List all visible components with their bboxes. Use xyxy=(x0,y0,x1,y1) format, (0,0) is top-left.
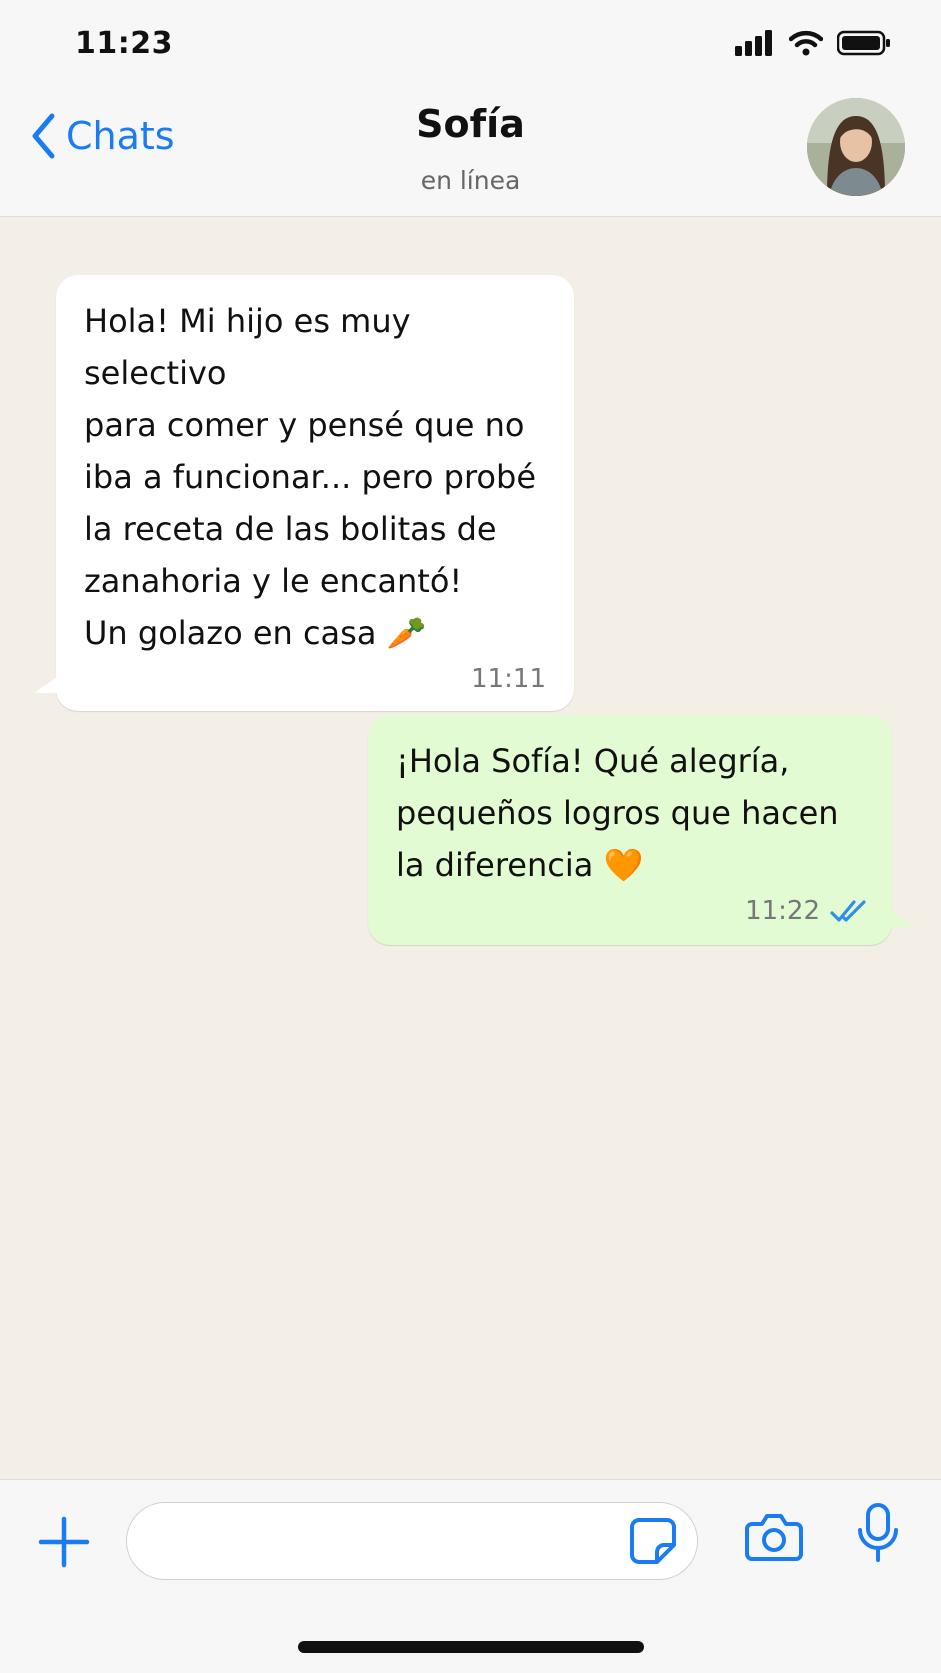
bubble-tail xyxy=(888,909,914,927)
camera-icon xyxy=(745,1514,803,1561)
contact-status: en línea xyxy=(420,166,521,195)
status-time: 11:23 xyxy=(75,26,173,61)
signal-icon xyxy=(735,30,772,56)
message-field[interactable] xyxy=(126,1502,698,1581)
message-time: 11:11 xyxy=(471,664,546,694)
contact-name[interactable]: Sofía xyxy=(0,102,941,146)
sticker-button[interactable] xyxy=(629,1517,677,1569)
home-indicator[interactable] xyxy=(298,1641,644,1653)
message-time: 11:22 xyxy=(745,896,820,926)
message-outgoing[interactable]: ¡Hola Sofía! Qué alegría, pequeños logro… xyxy=(368,715,914,945)
message-input[interactable] xyxy=(151,1503,625,1581)
camera-button[interactable] xyxy=(744,1510,804,1566)
avatar-photo xyxy=(807,98,905,196)
plus-icon xyxy=(38,1516,90,1568)
attach-button[interactable] xyxy=(38,1516,90,1572)
bubble-tail xyxy=(34,675,60,693)
chat-header: Chats Sofía en línea xyxy=(0,88,941,217)
message-meta: 11:22 xyxy=(368,891,892,945)
message-text: ¡Hola Sofía! Qué alegría, pequeños logro… xyxy=(396,742,839,884)
microphone-icon xyxy=(858,1503,898,1562)
microphone-button[interactable] xyxy=(856,1502,900,1568)
status-icons xyxy=(735,30,891,56)
status-bar: 11:23 xyxy=(0,0,941,88)
chat-area[interactable]: Hola! Mi hijo es muy selectivo para come… xyxy=(0,217,941,1479)
sticker-icon xyxy=(630,1518,676,1564)
double-check-icon xyxy=(830,900,866,922)
message-incoming[interactable]: Hola! Mi hijo es muy selectivo para come… xyxy=(34,275,574,711)
battery-icon xyxy=(837,30,890,56)
wifi-icon xyxy=(789,30,823,56)
message-text: Hola! Mi hijo es muy selectivo para come… xyxy=(84,302,536,652)
avatar[interactable] xyxy=(807,98,905,196)
